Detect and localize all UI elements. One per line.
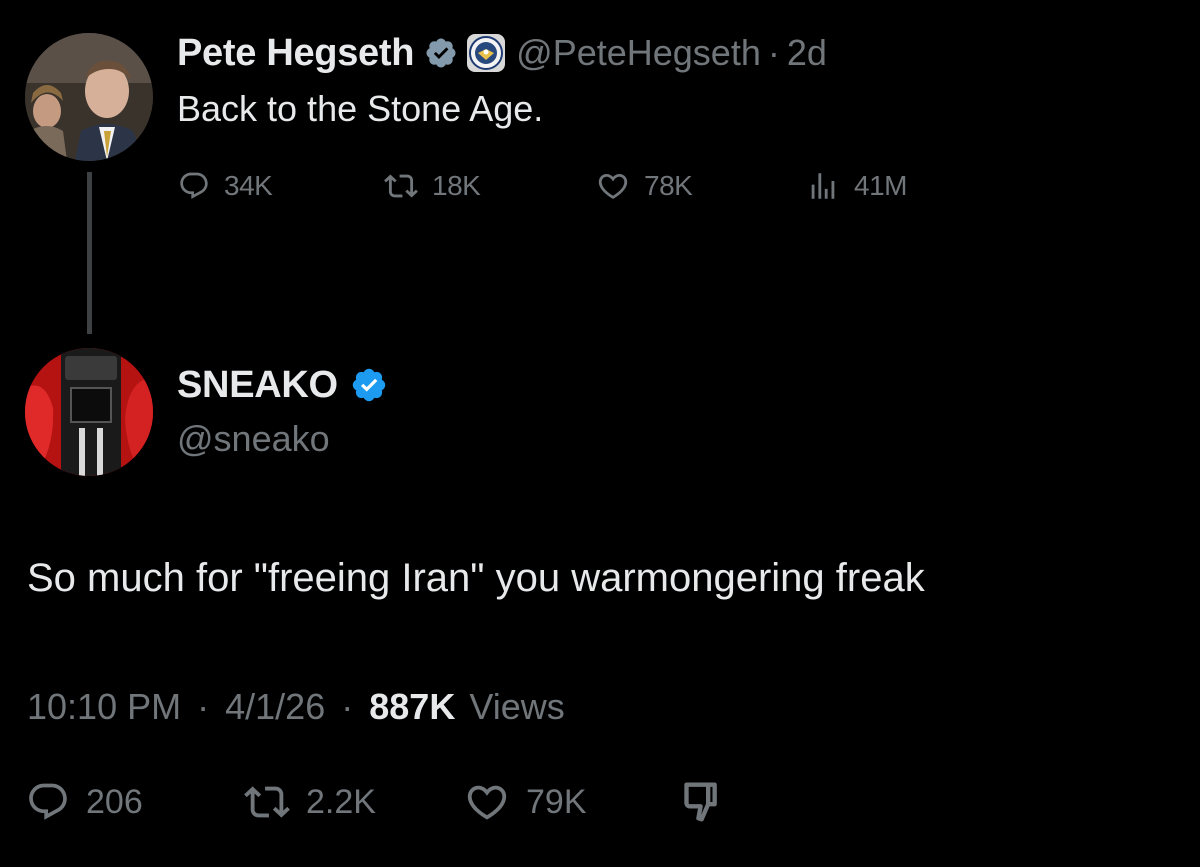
repost-icon bbox=[244, 779, 290, 825]
reply-icon bbox=[178, 170, 210, 202]
views-count: 41M bbox=[854, 170, 907, 201]
thread-connector-line bbox=[87, 172, 92, 334]
views-button[interactable]: 41M bbox=[806, 166, 907, 206]
reply-count: 206 bbox=[86, 782, 143, 821]
separator: · bbox=[197, 686, 210, 727]
separator: · bbox=[767, 32, 780, 73]
repost-button[interactable]: 18K bbox=[384, 166, 481, 206]
avatar-pete-hegseth[interactable] bbox=[25, 33, 153, 161]
reply-button[interactable]: 34K bbox=[178, 166, 273, 206]
like-count: 79K bbox=[526, 782, 587, 821]
like-icon bbox=[596, 169, 630, 203]
department-seal-icon[interactable] bbox=[466, 33, 506, 73]
like-icon bbox=[464, 779, 510, 825]
like-button[interactable]: 78K bbox=[596, 166, 693, 206]
tweet-text: Back to the Stone Age. bbox=[177, 88, 544, 129]
parent-tweet-header: Pete Hegseth @PeteHegseth · 2d bbox=[177, 28, 827, 78]
repost-icon bbox=[384, 169, 418, 203]
separator: · bbox=[341, 686, 354, 727]
like-count: 78K bbox=[644, 170, 693, 201]
reply-count: 34K bbox=[224, 170, 273, 201]
views-icon bbox=[806, 169, 840, 203]
tweet-text: So much for "freeing Iran" you warmonger… bbox=[27, 556, 925, 600]
tweet-time[interactable]: 10:10 PM bbox=[27, 686, 181, 727]
verified-badge-icon bbox=[350, 366, 388, 404]
reply-button[interactable]: 206 bbox=[26, 779, 143, 825]
dislike-button[interactable] bbox=[680, 779, 732, 825]
author-handle[interactable]: @sneako bbox=[177, 418, 330, 460]
views-label: Views bbox=[469, 686, 565, 727]
avatar-photo bbox=[25, 33, 153, 161]
author-name[interactable]: SNEAKO bbox=[177, 364, 338, 407]
reply-icon bbox=[26, 780, 70, 824]
dislike-icon bbox=[680, 776, 732, 828]
avatar-sneako[interactable] bbox=[25, 348, 153, 476]
verified-badge-icon bbox=[424, 36, 458, 70]
views-count: 887K bbox=[369, 686, 456, 727]
repost-count: 18K bbox=[432, 170, 481, 201]
author-handle[interactable]: @PeteHegseth bbox=[516, 32, 761, 74]
avatar-photo bbox=[25, 348, 153, 476]
tweet-date[interactable]: 4/1/26 bbox=[225, 686, 325, 727]
reply-tweet-header: SNEAKO bbox=[177, 360, 388, 410]
repost-button[interactable]: 2.2K bbox=[244, 779, 376, 825]
author-name[interactable]: Pete Hegseth bbox=[177, 32, 414, 75]
repost-count: 2.2K bbox=[306, 782, 376, 821]
tweet-meta: 10:10 PM · 4/1/26 · 887K Views bbox=[27, 686, 565, 728]
like-button[interactable]: 79K bbox=[464, 779, 587, 825]
timestamp[interactable]: 2d bbox=[787, 32, 827, 74]
